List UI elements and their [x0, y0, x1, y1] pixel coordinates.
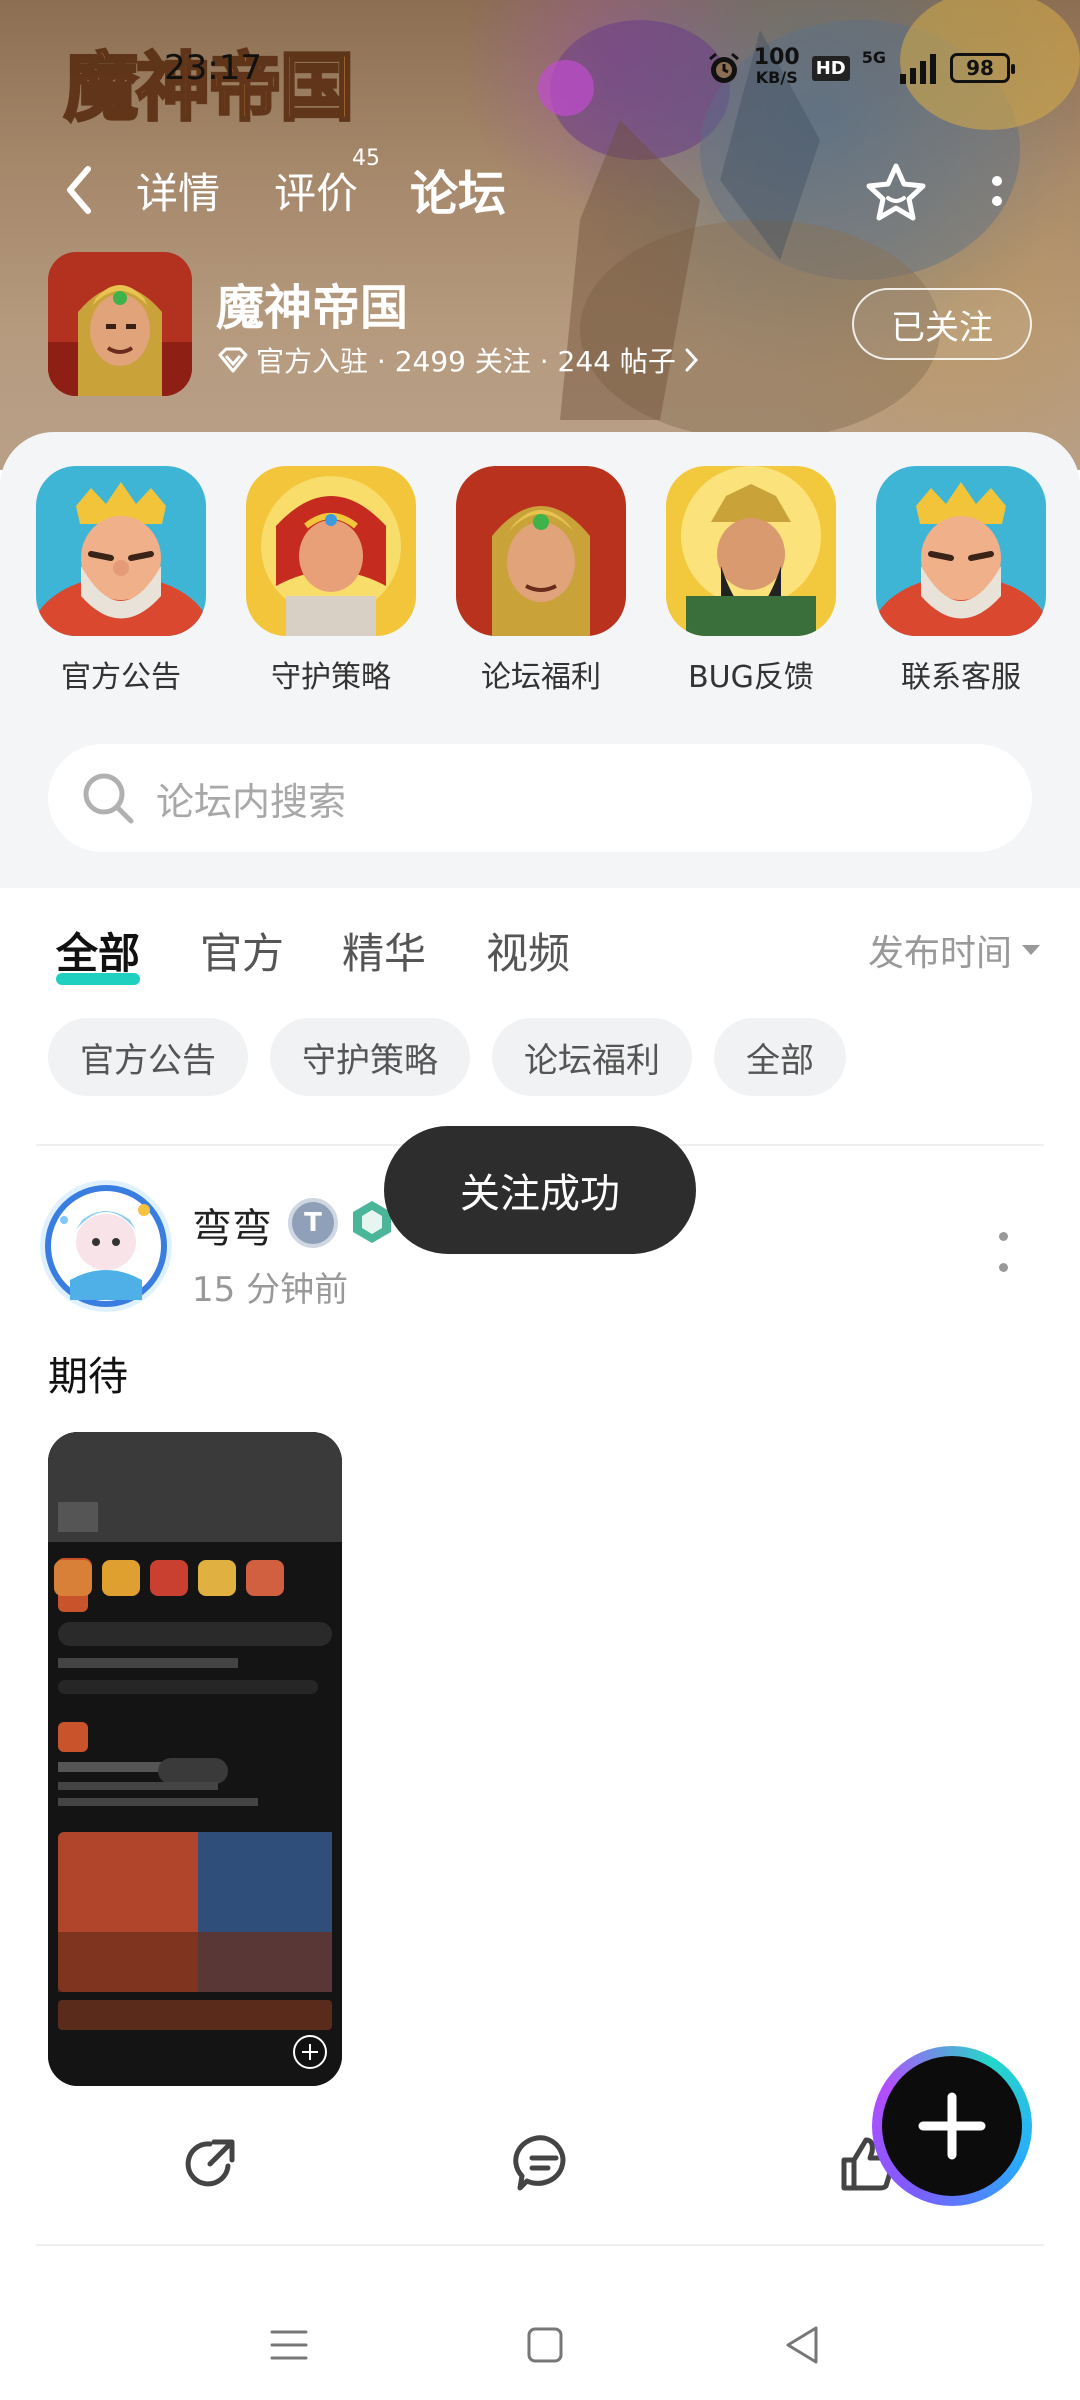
status-icons: 100 KB/S HD 5G 98 [706, 45, 1015, 88]
search-icon [83, 773, 134, 824]
game-character-icon [48, 252, 192, 396]
post-author[interactable]: 弯弯 [192, 1196, 272, 1254]
post-text: 期待 [48, 1354, 128, 1400]
sort-dropdown[interactable]: 发布时间 [868, 924, 1040, 976]
net-speed-unit: KB/S [755, 68, 798, 87]
quick-link-label: BUG反馈 [688, 660, 814, 695]
toast-message: 关注成功 [384, 1126, 696, 1254]
battery-level: 98 [966, 56, 994, 80]
fab-inner [882, 2056, 1022, 2196]
search-input[interactable]: 论坛内搜索 [48, 744, 1032, 852]
pharaoh-avatar-icon [456, 466, 626, 636]
favorite-button[interactable] [862, 160, 930, 224]
signal-icon [900, 54, 936, 84]
dot-icon [992, 176, 1002, 186]
status-bar: 23:17 100 KB/S HD 5G 98 [0, 40, 1080, 104]
avatar[interactable] [40, 1180, 172, 1312]
category-chips: 官方公告 守护策略 论坛福利 全部 [48, 1018, 846, 1096]
chevron-left-icon [67, 166, 91, 214]
reviews-count-badge: 45 [352, 146, 380, 171]
king-avatar-icon [876, 466, 1046, 636]
chip-official-notice[interactable]: 官方公告 [48, 1018, 248, 1096]
screenshot-thumbnail-image [48, 1432, 342, 2086]
net-speed: 100 KB/S [753, 45, 800, 88]
divider [36, 2244, 1044, 2246]
battery-icon: 98 [950, 53, 1015, 83]
back-nav-icon[interactable] [778, 2320, 828, 2370]
tab-forum[interactable]: 论坛 [410, 154, 507, 230]
quick-link-official-notice[interactable]: 官方公告 [36, 466, 206, 696]
filter-tabs: 全部 官方 精华 视频 发布时间 [0, 888, 1080, 1008]
alarm-icon [708, 52, 739, 83]
post-more-button[interactable] [996, 1232, 1010, 1272]
net-speed-value: 100 [753, 45, 800, 70]
tab-reviews[interactable]: 评价 [274, 160, 358, 221]
chip-welfare[interactable]: 论坛福利 [492, 1018, 692, 1096]
create-post-button[interactable] [872, 2046, 1032, 2206]
tab-all[interactable]: 全部 [56, 920, 141, 985]
post-time: 15 分钟前 [192, 1270, 349, 1310]
more-options-button[interactable] [982, 166, 1012, 216]
chevron-right-icon [685, 348, 698, 372]
user-avatar-image [40, 1180, 172, 1312]
hero-header: 魔神帝国 23:17 100 KB/S HD 5G 98 详情 评价 45 论坛… [0, 0, 1080, 470]
star-icon [866, 163, 926, 221]
quick-link-strategy[interactable]: 守护策略 [246, 466, 416, 696]
dot-icon [992, 196, 1002, 206]
post-image-thumbnail[interactable] [48, 1432, 342, 2086]
quick-link-label: 官方公告 [61, 660, 181, 695]
sort-label: 发布时间 [867, 933, 1012, 974]
tab-details[interactable]: 详情 [136, 160, 220, 221]
share-button[interactable] [178, 2132, 242, 2196]
chip-strategy[interactable]: 守护策略 [270, 1018, 470, 1096]
game-icon[interactable] [48, 252, 192, 396]
quick-link-welfare[interactable]: 论坛福利 [456, 466, 626, 696]
menu-icon[interactable] [264, 2320, 314, 2370]
home-icon[interactable] [520, 2320, 570, 2370]
general-avatar-icon [666, 466, 836, 636]
tab-video[interactable]: 视频 [486, 920, 570, 981]
quick-link-label: 守护策略 [271, 660, 391, 695]
tab-featured[interactable]: 精华 [342, 920, 426, 981]
status-time: 23:17 [164, 48, 262, 88]
comment-button[interactable] [512, 2132, 576, 2196]
back-button[interactable] [54, 162, 104, 218]
search-placeholder: 论坛内搜索 [156, 779, 347, 824]
warrior-avatar-icon [246, 466, 416, 636]
follow-button[interactable]: 已关注 [852, 288, 1032, 360]
tab-official[interactable]: 官方 [200, 920, 284, 981]
dot-icon [998, 1263, 1008, 1272]
quick-link-customer-service[interactable]: 联系客服 [876, 466, 1046, 696]
dot-icon [998, 1232, 1008, 1241]
user-level-badge-icon: T [288, 1198, 338, 1248]
game-title: 魔神帝国 [216, 280, 409, 336]
plus-icon [918, 2092, 986, 2160]
forum-top-card: 官方公告 守护策略 论坛福利 BUG反馈 联系客服 论坛内搜索 [0, 432, 1080, 888]
system-navigation-bar [0, 2290, 1080, 2400]
game-meta[interactable]: 官方入驻 · 2499 关注 · 244 帖子 [218, 340, 700, 380]
quick-link-label: 联系客服 [901, 660, 1021, 695]
diamond-icon [218, 347, 248, 373]
quick-link-label: 论坛福利 [481, 660, 601, 695]
hd-icon: HD [811, 55, 850, 81]
quick-link-bug-report[interactable]: BUG反馈 [666, 466, 836, 696]
king-avatar-icon [36, 466, 206, 636]
network-type: 5G [861, 48, 886, 67]
game-meta-text: 官方入驻 · 2499 关注 · 244 帖子 [256, 345, 676, 378]
nav-row: 详情 评价 45 论坛 [0, 140, 1080, 240]
caret-down-icon [1022, 945, 1040, 955]
chip-all[interactable]: 全部 [714, 1018, 846, 1096]
